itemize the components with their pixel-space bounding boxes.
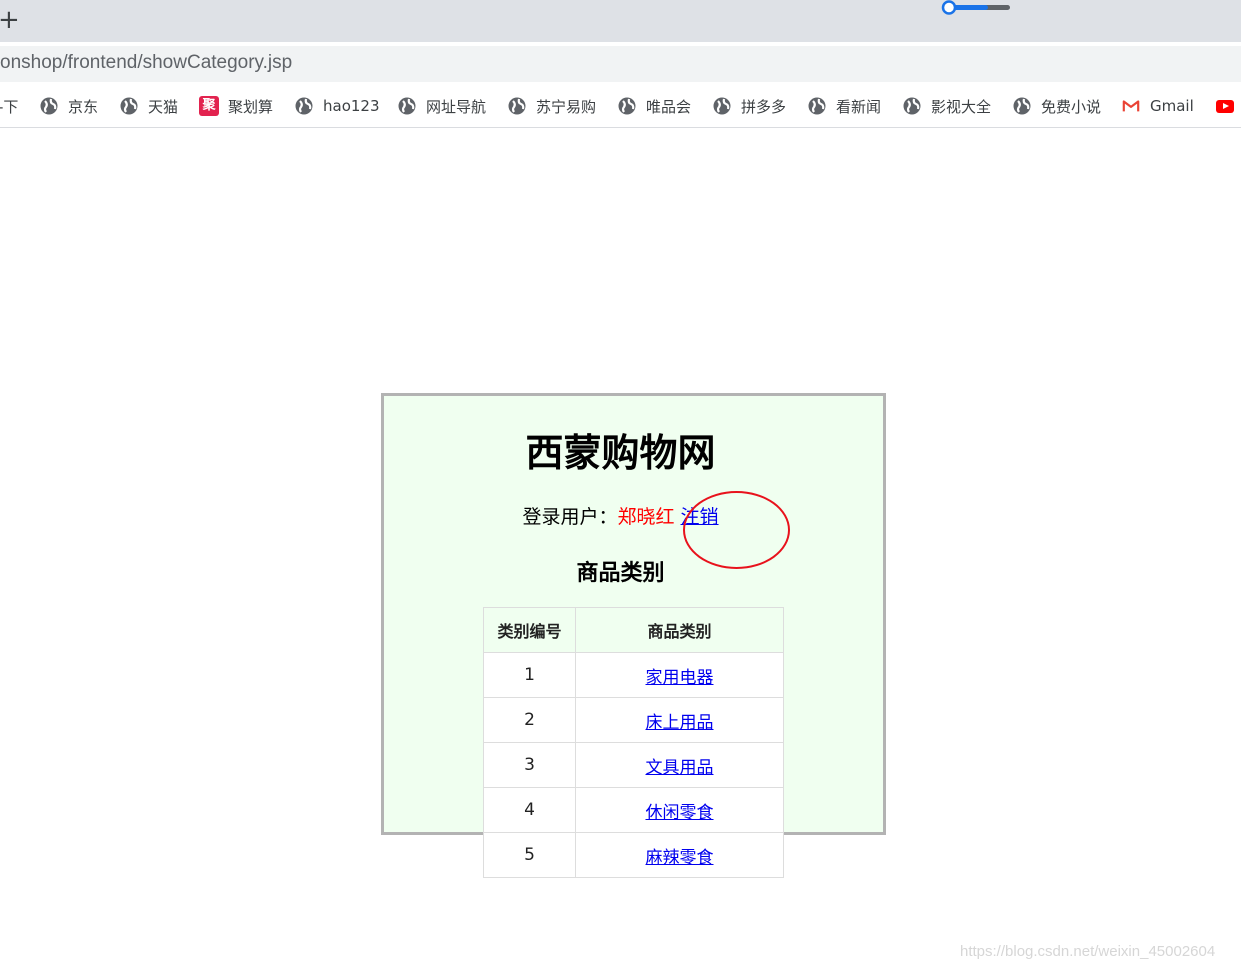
bookmark-label: 看新闻 [836,97,882,116]
bookmark-hao123[interactable]: hao123 [295,94,380,118]
category-link[interactable]: 文具用品 [646,758,714,778]
bookmark-label: 免费小说 [1041,97,1102,116]
bookmark-gmail[interactable]: Gmail [1122,94,1194,118]
watermark: https://blog.csdn.net/weixin_45002604 [960,943,1216,960]
bookmark-news[interactable]: 看新闻 [808,94,881,118]
address-bar[interactable]: onshop/frontend/showCategory.jsp [0,46,1241,82]
bookmark-label: 唯品会 [646,97,692,116]
bookmark-label: 天猫 [148,97,179,116]
globe-icon [295,97,313,115]
bookmark-juhuasuan[interactable]: 聚 聚划算 [199,94,273,118]
globe-icon [713,97,731,115]
category-table: 类别编号 商品类别 1 家用电器 2 床上用品 3 文具用品 4 休闲零食 5 … [483,607,784,878]
category-cell: 休闲零食 [575,787,784,833]
username: 郑晓红 [617,506,675,528]
table-row: 2 床上用品 [483,697,784,743]
category-link[interactable]: 床上用品 [646,713,714,733]
header-category-id: 类别编号 [483,607,576,653]
bookmark-novel[interactable]: 免费小说 [1013,94,1101,118]
globe-icon [508,97,526,115]
category-cell: 床上用品 [575,697,784,743]
category-cell: 家用电器 [575,652,784,698]
bookmark-pinduoduo[interactable]: 拼多多 [713,94,786,118]
category-id: 2 [483,697,576,743]
globe-icon [903,97,921,115]
bookmark-label: 京东 [68,97,99,116]
globe-icon [40,97,58,115]
globe-icon [120,97,138,115]
gmail-icon [1122,100,1140,112]
category-link[interactable]: 家用电器 [646,668,714,688]
site-title: 西蒙购物网 [525,431,716,475]
category-id: 3 [483,742,576,788]
bookmark-youtube[interactable] [1216,94,1234,118]
category-link[interactable]: 休闲零食 [646,803,714,823]
bookmark-url-nav[interactable]: 网址导航 [398,94,486,118]
category-id: 4 [483,787,576,833]
slider-icon[interactable] [940,0,1012,16]
bookmark-vip[interactable]: 唯品会 [618,94,691,118]
juhuasuan-icon: 聚 [199,96,219,116]
bookmark-label: 影视大全 [931,97,992,116]
bookmark-label: 苏宁易购 [536,97,597,116]
bookmarks-bar: -下 京东 天猫 聚 聚划算 hao123 网址导航 苏宁易购 唯品会 拼多多 … [0,84,1241,128]
bookmark-label: hao123 [323,97,380,115]
category-id: 5 [483,832,576,878]
bookmark-tmall[interactable]: 天猫 [120,94,178,118]
bookmark-label: Gmail [1150,97,1194,115]
globe-icon [398,97,416,115]
category-cell: 麻辣零食 [575,832,784,878]
bookmark-item[interactable]: -下 [0,94,18,118]
new-tab-plus-icon[interactable]: + [0,5,22,35]
category-link[interactable]: 麻辣零食 [646,848,714,868]
header-category-name: 商品类别 [575,607,784,653]
url-text[interactable]: onshop/frontend/showCategory.jsp [0,52,292,74]
globe-icon [1013,97,1031,115]
globe-icon [618,97,636,115]
bookmark-jd[interactable]: 京东 [40,94,98,118]
table-row: 3 文具用品 [483,742,784,788]
bookmark-video[interactable]: 影视大全 [903,94,991,118]
tab-strip: + [0,0,1241,42]
youtube-icon [1216,99,1234,113]
category-cell: 文具用品 [575,742,784,788]
section-title: 商品类别 [576,561,665,586]
table-row: 5 麻辣零食 [483,832,784,878]
globe-icon [808,97,826,115]
bookmark-label: -下 [0,97,19,116]
bookmark-suning[interactable]: 苏宁易购 [508,94,596,118]
bookmark-label: 网址导航 [426,97,487,116]
login-status: 登录用户：郑晓红 注销 [0,502,1241,529]
table-row: 1 家用电器 [483,652,784,698]
category-id: 1 [483,652,576,698]
bookmark-label: 聚划算 [228,97,274,116]
table-header-row: 类别编号 商品类别 [483,607,784,653]
bookmark-label: 拼多多 [741,97,787,116]
table-row: 4 休闲零食 [483,787,784,833]
logout-link[interactable]: 注销 [681,506,719,528]
login-prefix: 登录用户： [522,506,618,528]
